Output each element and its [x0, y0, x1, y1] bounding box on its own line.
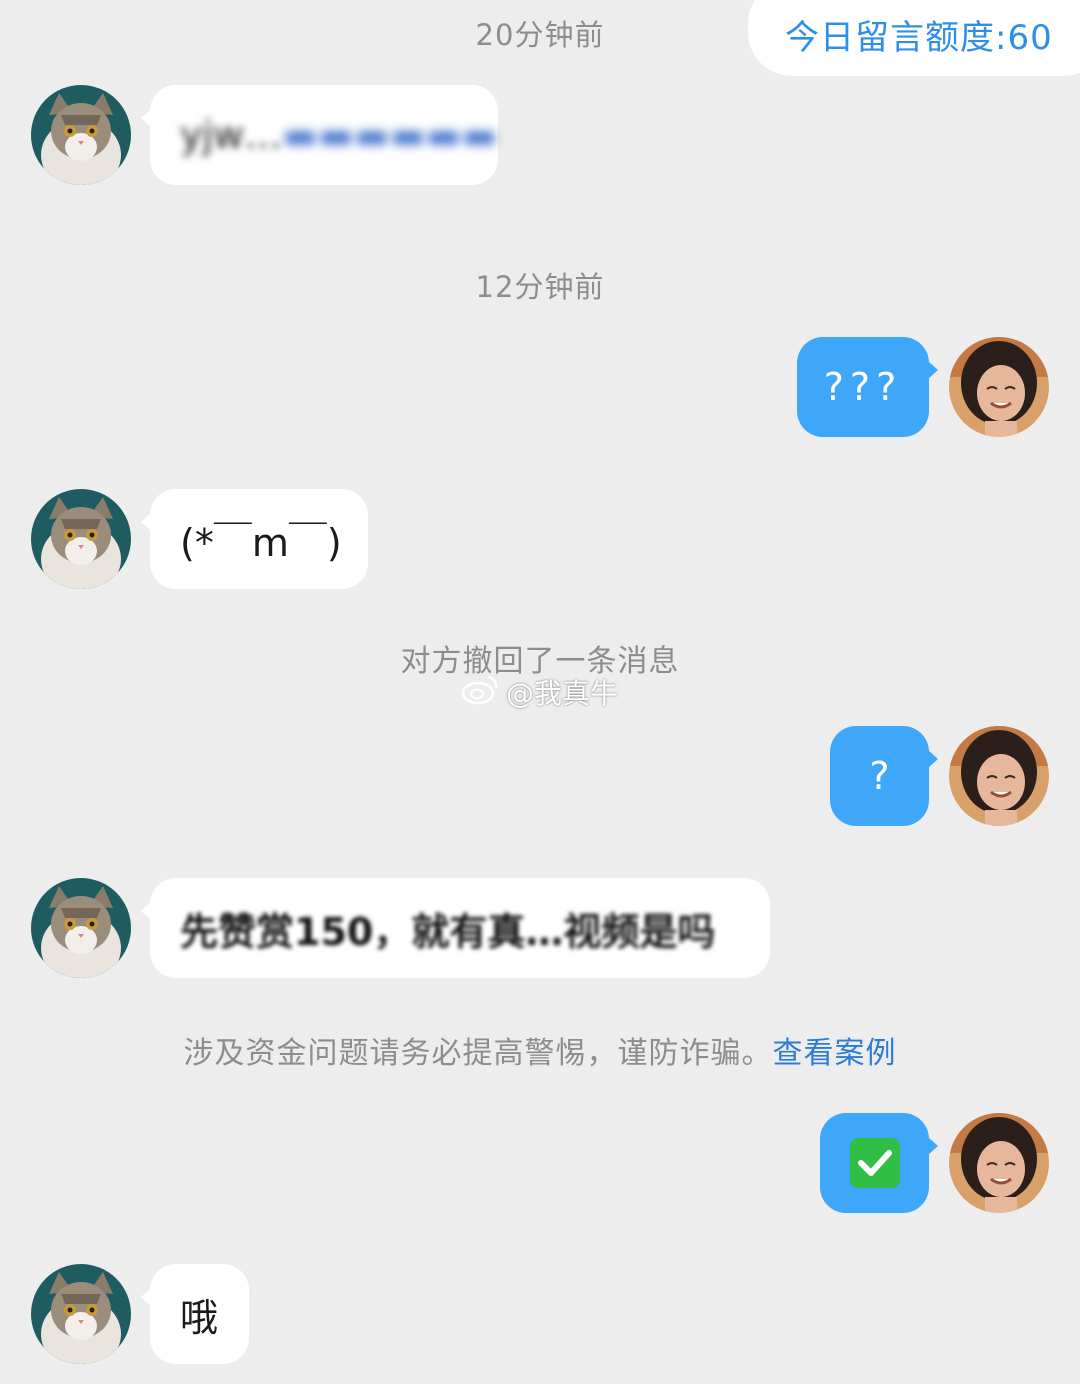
message-bubble-incoming-4[interactable]: 哦 [141, 1264, 249, 1364]
cat-avatar-icon[interactable] [31, 489, 131, 589]
message-bubble-outgoing-2[interactable]: ? [830, 726, 938, 826]
message-bubble-outgoing-1[interactable]: ??? [797, 337, 938, 437]
watermark-text: @我真牛 [506, 677, 619, 710]
user-avatar-icon[interactable] [949, 1113, 1049, 1213]
message-bubble-incoming-1[interactable]: yjw… ▬▬▬▬▬▬ [141, 85, 498, 185]
message-text: yjw… [180, 113, 283, 157]
message-text: ??? [823, 365, 903, 409]
message-bubble-incoming-2[interactable]: (*￣m￣) [141, 489, 368, 589]
cat-avatar-icon[interactable] [31, 878, 131, 978]
check-icon [849, 1138, 900, 1188]
blurred-content: ▬▬▬▬▬▬ [282, 113, 498, 157]
fraud-warning: 涉及资金问题请务必提高警惕，谨防诈骗。查看案例 [0, 1028, 1080, 1072]
watermark: @我真牛 [460, 672, 618, 712]
message-bubble-outgoing-3[interactable] [820, 1113, 938, 1213]
user-avatar-icon[interactable] [949, 726, 1049, 826]
message-text: (*￣m￣) [180, 520, 342, 565]
cat-avatar-icon[interactable] [31, 1264, 131, 1364]
cat-avatar-icon[interactable] [31, 85, 131, 185]
view-cases-link[interactable]: 查看案例 [773, 1036, 897, 1071]
weibo-icon [460, 673, 500, 712]
timestamp-1: 20分钟前 [475, 18, 605, 52]
warning-text: 涉及资金问题请务必提高警惕，谨防诈骗。 [183, 1036, 773, 1071]
message-text: 哦 [180, 1295, 219, 1340]
timestamp-2: 12分钟前 [475, 270, 605, 304]
user-avatar-icon[interactable] [949, 337, 1049, 437]
message-bubble-incoming-3[interactable]: 先赞赏150，就有真…视频是吗 [141, 878, 770, 978]
message-text: 先赞赏150，就有真…视频是吗 [180, 909, 716, 954]
message-text: ? [869, 754, 890, 798]
